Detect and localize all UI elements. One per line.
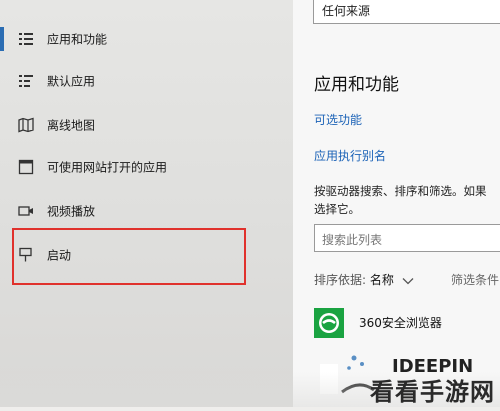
settings-nav-pane: 应用和功能 默认应用 离线地图 可使用网站打开的应用 视频播放 启动 (0, 0, 293, 407)
nav-item-label: 默认应用 (47, 74, 96, 89)
filter-label: 筛选条件 (451, 273, 500, 287)
nav-item-apps-features[interactable]: 应用和功能 (0, 19, 293, 59)
video-playback-icon (18, 206, 33, 216)
apps-list-icon (19, 33, 33, 45)
filter-control[interactable]: 筛选条件 (451, 271, 499, 288)
sort-by-control[interactable]: 排序依据: 名称 (314, 271, 414, 288)
nav-item-default-apps[interactable]: 默认应用 (0, 61, 293, 101)
apps-features-content: 任何来源 应用和功能 可选功能 应用执行别名 按驱动器搜索、排序和筛选。如果 选… (293, 0, 500, 407)
nav-item-apps-for-websites[interactable]: 可使用网站打开的应用 (0, 147, 293, 187)
app-execution-alias-link[interactable]: 应用执行别名 (314, 147, 386, 164)
description-text: 按驱动器搜索、排序和筛选。如果 选择它。 (314, 182, 500, 218)
chevron-down-icon (402, 277, 414, 284)
install-source-value: 任何来源 (322, 4, 371, 18)
nav-item-offline-maps[interactable]: 离线地图 (0, 105, 293, 145)
app-list-item[interactable]: 360安全浏览器 (314, 304, 500, 344)
open-with-website-icon (18, 159, 34, 175)
default-apps-icon (19, 75, 33, 87)
offline-map-icon (18, 117, 34, 133)
install-source-dropdown[interactable]: 任何来源 (313, 0, 500, 24)
nav-item-label: 视频播放 (47, 204, 96, 219)
browser-360-icon (314, 308, 344, 338)
description-line: 按驱动器搜索、排序和筛选。如果 选择它。 (314, 184, 487, 216)
search-list-input[interactable]: 搜索此列表 (314, 224, 500, 252)
watermark-site-text: 看看手游网 (370, 378, 495, 406)
search-placeholder: 搜索此列表 (322, 233, 383, 247)
nav-item-label: 离线地图 (47, 118, 96, 133)
nav-item-video-playback[interactable]: 视频播放 (0, 191, 293, 231)
sort-value: 名称 (369, 273, 394, 287)
optional-features-link[interactable]: 可选功能 (314, 111, 362, 128)
highlight-annotation-box (12, 228, 246, 285)
sort-label: 排序依据: (314, 273, 367, 287)
section-title: 应用和功能 (314, 75, 399, 95)
nav-item-label: 应用和功能 (47, 32, 108, 47)
app-name: 360安全浏览器 (359, 316, 442, 330)
nav-item-label: 可使用网站打开的应用 (47, 160, 168, 175)
